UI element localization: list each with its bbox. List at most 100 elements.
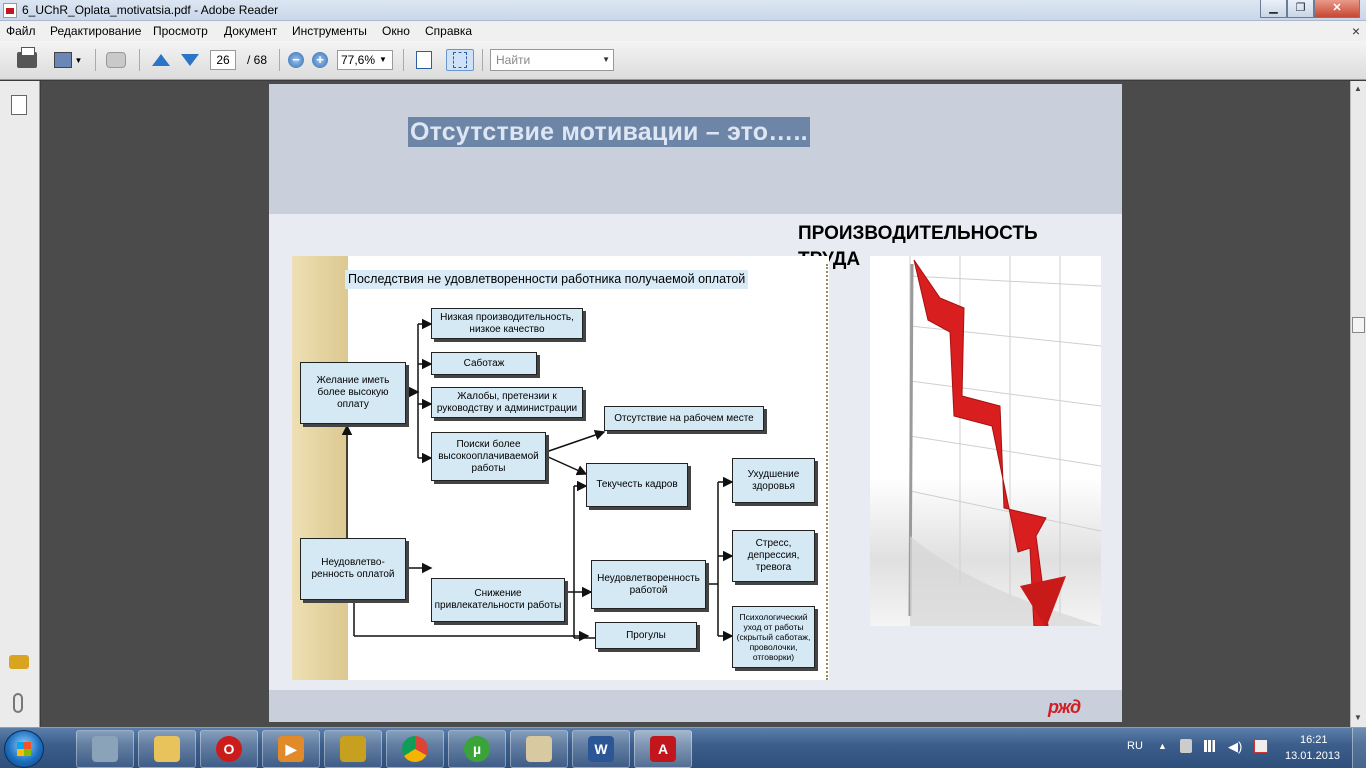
page-thumbnails-icon[interactable] (11, 95, 27, 115)
box-dissatisfaction: Неудовлетво-ренность оплатой (300, 538, 406, 600)
opera-icon: O (216, 736, 242, 762)
utorrent-icon: µ (464, 736, 490, 762)
scroll-down-icon[interactable]: ▼ (1354, 713, 1362, 722)
taskbar-paint[interactable] (510, 730, 568, 768)
next-page-button[interactable] (178, 49, 202, 71)
taskbar-app[interactable] (324, 730, 382, 768)
volume-icon[interactable]: ◀) (1228, 739, 1242, 755)
taskbar-explorer[interactable] (138, 730, 196, 768)
diagram-title: Последствия не удовлетворенности работни… (345, 270, 749, 289)
plus-icon: + (312, 52, 328, 68)
chrome-icon (402, 736, 428, 762)
search-placeholder: Найти (496, 53, 531, 67)
action-center-icon[interactable] (1254, 739, 1268, 753)
print-button[interactable] (14, 47, 40, 71)
calculator-icon (92, 736, 118, 762)
adobe-reader-icon (3, 3, 17, 18)
start-button[interactable] (4, 730, 44, 768)
zoom-select[interactable]: 77,6% ▼ (337, 50, 393, 70)
chevron-down-icon: ▼ (379, 55, 387, 64)
menu-edit[interactable]: Редактирование (50, 24, 141, 38)
chevron-down-icon[interactable]: ▼ (602, 50, 610, 70)
menu-document[interactable]: Документ (224, 24, 277, 38)
adobe-reader-icon: A (650, 736, 676, 762)
minus-icon: − (288, 52, 304, 68)
taskbar-calculator[interactable] (76, 730, 134, 768)
zoom-in-button[interactable]: + (311, 49, 329, 71)
previous-page-button[interactable] (149, 49, 173, 71)
box-absence: Отсутствие на рабочем месте (604, 406, 764, 431)
search-input[interactable]: Найти ▼ (490, 49, 614, 71)
arrow-down-icon (181, 54, 199, 66)
menu-view[interactable]: Просмотр (153, 24, 208, 38)
toolbar: ▼ 26 / 68 − + 77,6% ▼ Найти ▼ (0, 41, 1366, 80)
box-complaints: Жалобы, претензии к руководству и админи… (431, 387, 583, 418)
scroll-thumb[interactable] (1352, 317, 1365, 333)
zoom-value: 77,6% (341, 53, 376, 67)
box-health: Ухудшение здоровья (732, 458, 815, 503)
taskbar-opera[interactable]: O (200, 730, 258, 768)
search-field[interactable]: Найти ▼ (490, 49, 614, 71)
taskbar-chrome[interactable] (386, 730, 444, 768)
menu-tools[interactable]: Инструменты (292, 24, 367, 38)
menu-file[interactable]: Файл (6, 24, 36, 38)
clock-time[interactable]: 16:21 (1300, 734, 1328, 746)
app-icon (340, 736, 366, 762)
slide-header-band (269, 84, 1122, 214)
minimize-button[interactable]: ▁ (1260, 0, 1287, 18)
box-sabotage: Саботаж (431, 352, 537, 375)
media-player-icon: ▶ (278, 736, 304, 762)
share-button[interactable]: ▼ (50, 49, 86, 71)
box-job-search: Поиски более высокооплачиваемой работы (431, 432, 546, 481)
box-withdrawal: Психологический уход от работы (скрытый … (732, 606, 815, 668)
maximize-button[interactable]: ❐ (1287, 0, 1314, 18)
close-button[interactable]: ✕ (1314, 0, 1360, 18)
taskbar-utorrent[interactable]: µ (448, 730, 506, 768)
box-stress: Стресс, депрессия, тревога (732, 530, 815, 582)
menu-help[interactable]: Справка (425, 24, 472, 38)
scroll-up-icon[interactable]: ▲ (1354, 84, 1362, 93)
taskbar-word[interactable]: W (572, 730, 630, 768)
rzd-logo: ржд (1048, 697, 1081, 717)
vertical-scrollbar[interactable]: ▲ ▼ (1350, 81, 1366, 727)
show-hidden-icons-icon[interactable]: ▲ (1158, 741, 1167, 751)
falling-productivity-image (870, 256, 1101, 626)
taskbar: O ▶ µ W A RU ▲ ◀) 16:21 13.01.2013 (0, 727, 1366, 768)
arrow-up-icon (152, 54, 170, 66)
box-turnover: Текучесть кадров (586, 463, 688, 507)
menu-bar: Файл Редактирование Просмотр Документ Ин… (0, 21, 1366, 41)
slide-title: Отсутствие мотивации – это….. (408, 117, 810, 147)
device-icon[interactable] (1180, 739, 1192, 753)
fit-page-icon (453, 52, 467, 68)
comment-disabled-icon (106, 52, 126, 68)
close-document-icon[interactable]: × (1352, 23, 1360, 39)
menu-window[interactable]: Окно (382, 24, 410, 38)
comments-icon[interactable] (9, 655, 29, 669)
fit-page-button[interactable] (446, 49, 474, 71)
box-job-dissatisfaction: Неудовлетворенность работой (591, 560, 706, 609)
pdf-page: Отсутствие мотивации – это….. ПРОИЗВОДИТ… (269, 84, 1122, 722)
zoom-out-button[interactable]: − (287, 49, 305, 71)
language-indicator[interactable]: RU (1127, 740, 1143, 752)
show-desktop-button[interactable] (1352, 728, 1366, 768)
fit-width-button[interactable] (412, 49, 436, 71)
box-attractiveness: Снижение привлекательности работы (431, 578, 565, 622)
printer-icon (17, 47, 37, 68)
comment-button[interactable] (103, 49, 129, 71)
clock-date[interactable]: 13.01.2013 (1285, 750, 1340, 762)
slide-footer-band (269, 690, 1122, 722)
attachments-icon[interactable] (13, 693, 23, 713)
fit-width-icon (416, 51, 432, 69)
productivity-label-line1: ПРОИЗВОДИТЕЛЬНОСТЬ (798, 223, 1038, 244)
box-desire: Желание иметь более высокую оплату (300, 362, 406, 424)
taskbar-media-player[interactable]: ▶ (262, 730, 320, 768)
title-bar: 6_UChR_Oplata_motivatsia.pdf - Adobe Rea… (0, 0, 1366, 21)
share-icon (53, 52, 72, 68)
folder-icon (154, 736, 180, 762)
page-number-input[interactable]: 26 (210, 50, 236, 70)
window-title: 6_UChR_Oplata_motivatsia.pdf - Adobe Rea… (22, 3, 279, 17)
paint-icon (526, 736, 552, 762)
window-controls: ▁ ❐ ✕ (1260, 0, 1360, 19)
taskbar-adobe-reader[interactable]: A (634, 730, 692, 768)
network-icon[interactable] (1204, 740, 1218, 752)
